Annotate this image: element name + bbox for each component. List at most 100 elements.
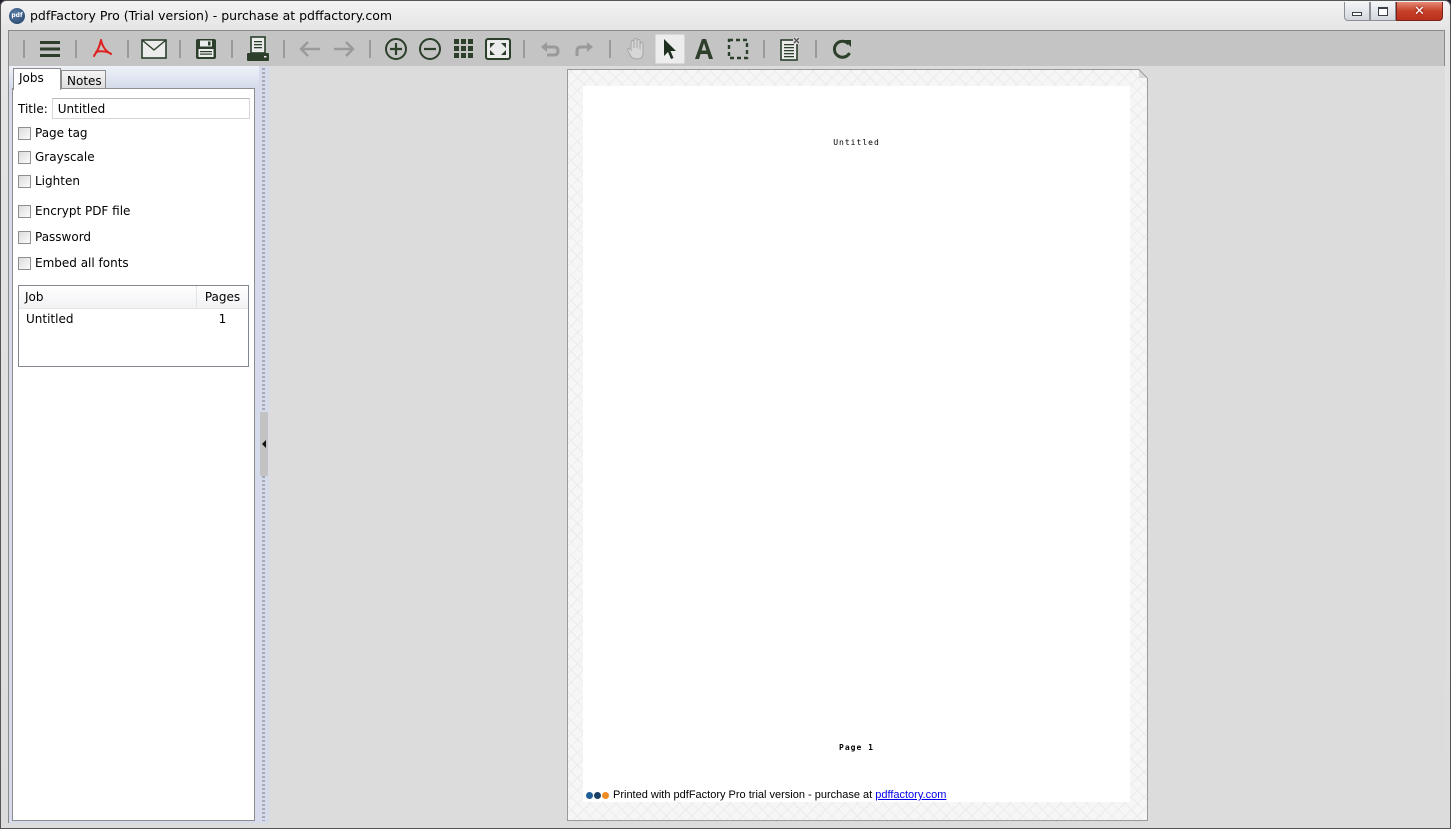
- password-label: Password: [35, 230, 92, 244]
- arrow-right-icon: [334, 40, 355, 57]
- column-header-pages[interactable]: Pages: [197, 286, 248, 308]
- job-list-table[interactable]: Job Pages Untitled 1: [18, 285, 249, 367]
- zoom-out-button[interactable]: [415, 34, 445, 64]
- password-checkbox-row[interactable]: Password: [18, 230, 91, 244]
- document-viewer[interactable]: Untitled Page 1 Printed with pdfFactory …: [269, 66, 1445, 823]
- toolbar: [9, 31, 1444, 66]
- refresh-button[interactable]: [827, 34, 857, 64]
- page-delete-icon: [780, 36, 800, 61]
- page-tag-checkbox-row[interactable]: Page tag: [18, 126, 88, 140]
- toolbar-separator: [23, 39, 25, 58]
- zoom-in-icon: [385, 37, 407, 60]
- hand-icon: [626, 37, 644, 60]
- title-bar[interactable]: pdf pdfFactory Pro (Trial version) - pur…: [1, 1, 1450, 31]
- embed-fonts-checkbox[interactable]: [18, 256, 31, 270]
- zoom-out-icon: [419, 37, 441, 60]
- toolbar-separator: [609, 39, 611, 58]
- arrow-left-icon: [299, 40, 320, 57]
- page-content: Untitled Page 1 Printed with pdfFactory …: [583, 86, 1130, 802]
- embed-fonts-label: Embed all fonts: [35, 256, 129, 270]
- grid-icon: [454, 38, 473, 58]
- triangle-left-icon: [262, 440, 266, 448]
- text-tool-button[interactable]: [689, 34, 719, 64]
- job-table-header: Job Pages: [19, 286, 248, 309]
- title-input[interactable]: [51, 98, 250, 119]
- toolbar-separator: [283, 39, 285, 58]
- toolbar-separator: [127, 39, 129, 58]
- page-header-text: Untitled: [833, 138, 880, 147]
- fit-page-icon: [485, 37, 511, 60]
- minimize-button[interactable]: [1344, 2, 1370, 21]
- toolbar-separator: [179, 39, 181, 58]
- footer-dot-icon: [594, 791, 601, 799]
- footer-dot-icon: [602, 791, 609, 799]
- printer-icon: [247, 35, 269, 61]
- title-field-row: Title:: [18, 98, 250, 119]
- embed-fonts-checkbox-row[interactable]: Embed all fonts: [18, 256, 129, 270]
- pdffactory-app-icon[interactable]: pdf: [9, 8, 25, 24]
- encrypt-pdf-label: Encrypt PDF file: [35, 204, 131, 218]
- toolbar-separator: [369, 39, 371, 58]
- tab-notes[interactable]: Notes: [61, 70, 106, 89]
- encrypt-pdf-checkbox[interactable]: [18, 204, 31, 218]
- collapse-sidebar-button[interactable]: [260, 412, 268, 476]
- pdffactory-link[interactable]: pdffactory.com: [875, 789, 946, 801]
- title-label: Title:: [18, 101, 48, 116]
- pdf-page[interactable]: Untitled Page 1 Printed with pdfFactory …: [567, 69, 1148, 821]
- toolbar-separator: [523, 39, 525, 58]
- print-button[interactable]: [243, 34, 273, 64]
- acrobat-icon: [93, 38, 112, 57]
- page-tag-checkbox[interactable]: [18, 126, 31, 140]
- encrypt-pdf-checkbox-row[interactable]: Encrypt PDF file: [18, 204, 130, 218]
- envelope-icon: [141, 38, 167, 59]
- lighten-label: Lighten: [35, 174, 80, 188]
- trial-footer: Printed with pdfFactory Pro trial versio…: [586, 789, 946, 801]
- minimize-icon: [1352, 11, 1362, 16]
- forward-button[interactable]: [329, 34, 359, 64]
- password-checkbox[interactable]: [18, 230, 31, 244]
- table-row[interactable]: Untitled 1: [19, 309, 248, 329]
- window-title: pdfFactory Pro (Trial version) - purchas…: [30, 8, 393, 23]
- toolbar-separator: [75, 39, 77, 58]
- thumbnails-button[interactable]: [449, 34, 479, 64]
- fit-page-button[interactable]: [483, 34, 513, 64]
- grayscale-checkbox-row[interactable]: Grayscale: [18, 150, 95, 164]
- sidebar-splitter[interactable]: [259, 66, 269, 823]
- back-button[interactable]: [295, 34, 325, 64]
- hand-tool-button[interactable]: [621, 34, 651, 64]
- delete-page-button[interactable]: [775, 34, 805, 64]
- column-header-job[interactable]: Job: [19, 286, 197, 308]
- zoom-in-button[interactable]: [381, 34, 411, 64]
- redo-button[interactable]: [569, 34, 599, 64]
- hamburger-icon: [40, 40, 60, 57]
- save-button[interactable]: [191, 34, 221, 64]
- undo-button[interactable]: [535, 34, 565, 64]
- page-tag-label: Page tag: [35, 126, 88, 140]
- redo-icon: [575, 41, 593, 56]
- maximize-button[interactable]: [1370, 2, 1396, 21]
- window-controls: ✕: [1344, 2, 1443, 21]
- close-button[interactable]: ✕: [1396, 2, 1443, 21]
- grayscale-checkbox[interactable]: [18, 150, 31, 164]
- marquee-tool-button[interactable]: [723, 34, 753, 64]
- client-area: Jobs Notes Title: Page tag Grayscale L: [8, 30, 1445, 823]
- undo-icon: [541, 41, 560, 56]
- footer-text: Printed with pdfFactory Pro trial versio…: [613, 789, 873, 801]
- acrobat-button[interactable]: [87, 34, 117, 64]
- grayscale-label: Grayscale: [35, 150, 95, 164]
- select-tool-button[interactable]: [655, 33, 685, 64]
- tab-jobs[interactable]: Jobs: [13, 68, 61, 90]
- sidebar: Jobs Notes Title: Page tag Grayscale L: [9, 66, 269, 823]
- marquee-icon: [727, 38, 749, 59]
- job-name-cell: Untitled: [26, 312, 74, 326]
- lighten-checkbox[interactable]: [18, 174, 31, 188]
- lighten-checkbox-row[interactable]: Lighten: [18, 174, 80, 188]
- toolbar-separator: [763, 39, 765, 58]
- menu-button[interactable]: [35, 34, 65, 64]
- job-pages-cell: 1: [218, 312, 227, 326]
- maximize-icon: [1378, 6, 1388, 16]
- close-icon: ✕: [1414, 3, 1425, 19]
- email-button[interactable]: [139, 34, 169, 64]
- toolbar-separator: [815, 39, 817, 58]
- text-A-icon: [695, 38, 713, 59]
